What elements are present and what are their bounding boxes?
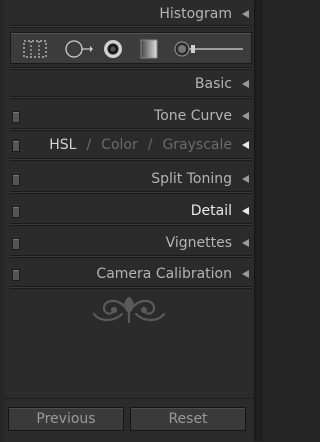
basic-title: Basic	[194, 76, 232, 92]
spot-removal-icon[interactable]	[63, 38, 93, 60]
panel-toggle-switch[interactable]	[12, 238, 20, 250]
collapse-triangle-icon[interactable]	[242, 112, 249, 120]
panel-toggle-switch[interactable]	[12, 111, 20, 123]
hsl-header[interactable]: HSL / Color / Grayscale	[10, 131, 252, 159]
histogram-title: Histogram	[159, 6, 232, 22]
red-eye-icon[interactable]	[101, 38, 125, 60]
hsl-tab-group: HSL / Color / Grayscale	[49, 137, 232, 153]
collapse-triangle-icon[interactable]	[242, 10, 249, 18]
tab-divider: /	[147, 137, 153, 153]
vignettes-header[interactable]: Vignettes	[10, 229, 252, 257]
collapse-triangle-icon[interactable]	[242, 141, 249, 149]
separator	[10, 286, 252, 289]
tool-strip	[10, 32, 252, 64]
tab-divider: /	[86, 137, 92, 153]
tab-hsl[interactable]: HSL	[49, 137, 76, 153]
tab-color[interactable]: Color	[101, 137, 138, 153]
separator	[10, 191, 252, 194]
collapse-triangle-icon[interactable]	[242, 239, 249, 247]
panel-toggle-switch[interactable]	[12, 174, 20, 186]
reset-button[interactable]: Reset	[130, 407, 246, 431]
panel-toggle-switch[interactable]	[12, 269, 20, 281]
separator	[10, 158, 252, 161]
basic-header[interactable]: Basic	[10, 70, 252, 98]
detail-title: Detail	[190, 203, 232, 219]
separator	[10, 96, 252, 99]
panel-toggle-switch[interactable]	[12, 140, 20, 152]
collapse-triangle-icon[interactable]	[242, 207, 249, 215]
tone-curve-header[interactable]: Tone Curve	[10, 102, 252, 130]
previous-button[interactable]: Previous	[8, 407, 124, 431]
develop-right-panel: Histogram Basic Tone Curve HSL / Color /…	[4, 0, 254, 441]
vignettes-title: Vignettes	[165, 235, 232, 251]
panel-toggle-switch[interactable]	[12, 206, 20, 218]
adjustment-brush-icon[interactable]	[171, 38, 247, 60]
tab-grayscale[interactable]: Grayscale	[162, 137, 232, 153]
collapse-triangle-icon[interactable]	[242, 80, 249, 88]
separator	[10, 25, 252, 28]
crop-overlay-icon[interactable]	[21, 38, 49, 60]
camera-calibration-title: Camera Calibration	[96, 266, 232, 282]
panel-end-ornament	[4, 292, 254, 328]
camera-calibration-header[interactable]: Camera Calibration	[10, 260, 252, 288]
detail-header[interactable]: Detail	[10, 197, 252, 225]
separator	[10, 223, 252, 226]
collapse-triangle-icon[interactable]	[242, 175, 249, 183]
panel-scrollbar[interactable]	[254, 0, 263, 441]
tone-curve-title: Tone Curve	[154, 108, 232, 124]
split-toning-header[interactable]: Split Toning	[10, 165, 252, 193]
separator	[10, 255, 252, 258]
collapse-triangle-icon[interactable]	[242, 270, 249, 278]
graduated-filter-icon[interactable]	[137, 38, 161, 60]
histogram-header[interactable]: Histogram	[10, 0, 252, 28]
split-toning-title: Split Toning	[151, 171, 232, 187]
scroll-ornament-icon	[92, 296, 166, 324]
